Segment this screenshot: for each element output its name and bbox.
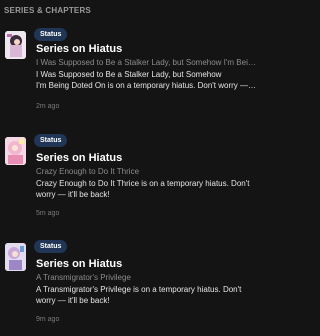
notification-message: Crazy Enough to Do It Thrice is on a tem… xyxy=(36,179,250,199)
status-badge: Status xyxy=(34,28,68,41)
notification-message: A Transmigrator's Privilege is on a temp… xyxy=(36,285,242,305)
notification-item[interactable]: Status Series on Hiatus I Was Supposed t… xyxy=(0,28,261,128)
timestamp: 5m ago xyxy=(36,210,60,217)
notification-message-line: I Was Supposed to Be a Stalker Lady, but… xyxy=(36,70,222,79)
notification-title: Series on Hiatus xyxy=(36,43,123,55)
series-name[interactable]: I Was Supposed to Be a Stalker Lady, but… xyxy=(36,58,258,67)
notification-title: Series on Hiatus xyxy=(36,152,123,164)
series-name[interactable]: A Transmigrator's Privilege xyxy=(36,273,258,282)
notification-item[interactable]: Status Series on Hiatus Crazy Enough to … xyxy=(0,134,261,234)
notification-message-line: I'm Being Doted On is on a temporary hia… xyxy=(36,81,258,90)
section-header: SERIES & CHAPTERS xyxy=(4,6,91,15)
notification-message: I Was Supposed to Be a Stalker Lady, but… xyxy=(36,69,258,91)
series-cover-thumbnail xyxy=(5,31,26,59)
notification-item[interactable]: Status Series on Hiatus A Transmigrator'… xyxy=(0,240,261,336)
timestamp: 9m ago xyxy=(36,316,60,323)
series-cover-thumbnail xyxy=(5,243,26,271)
status-badge: Status xyxy=(34,240,68,253)
series-name[interactable]: Crazy Enough to Do It Thrice xyxy=(36,167,258,176)
timestamp: 2m ago xyxy=(36,103,60,110)
notification-title: Series on Hiatus xyxy=(36,258,123,270)
status-badge: Status xyxy=(34,134,68,147)
series-cover-thumbnail xyxy=(5,137,26,165)
